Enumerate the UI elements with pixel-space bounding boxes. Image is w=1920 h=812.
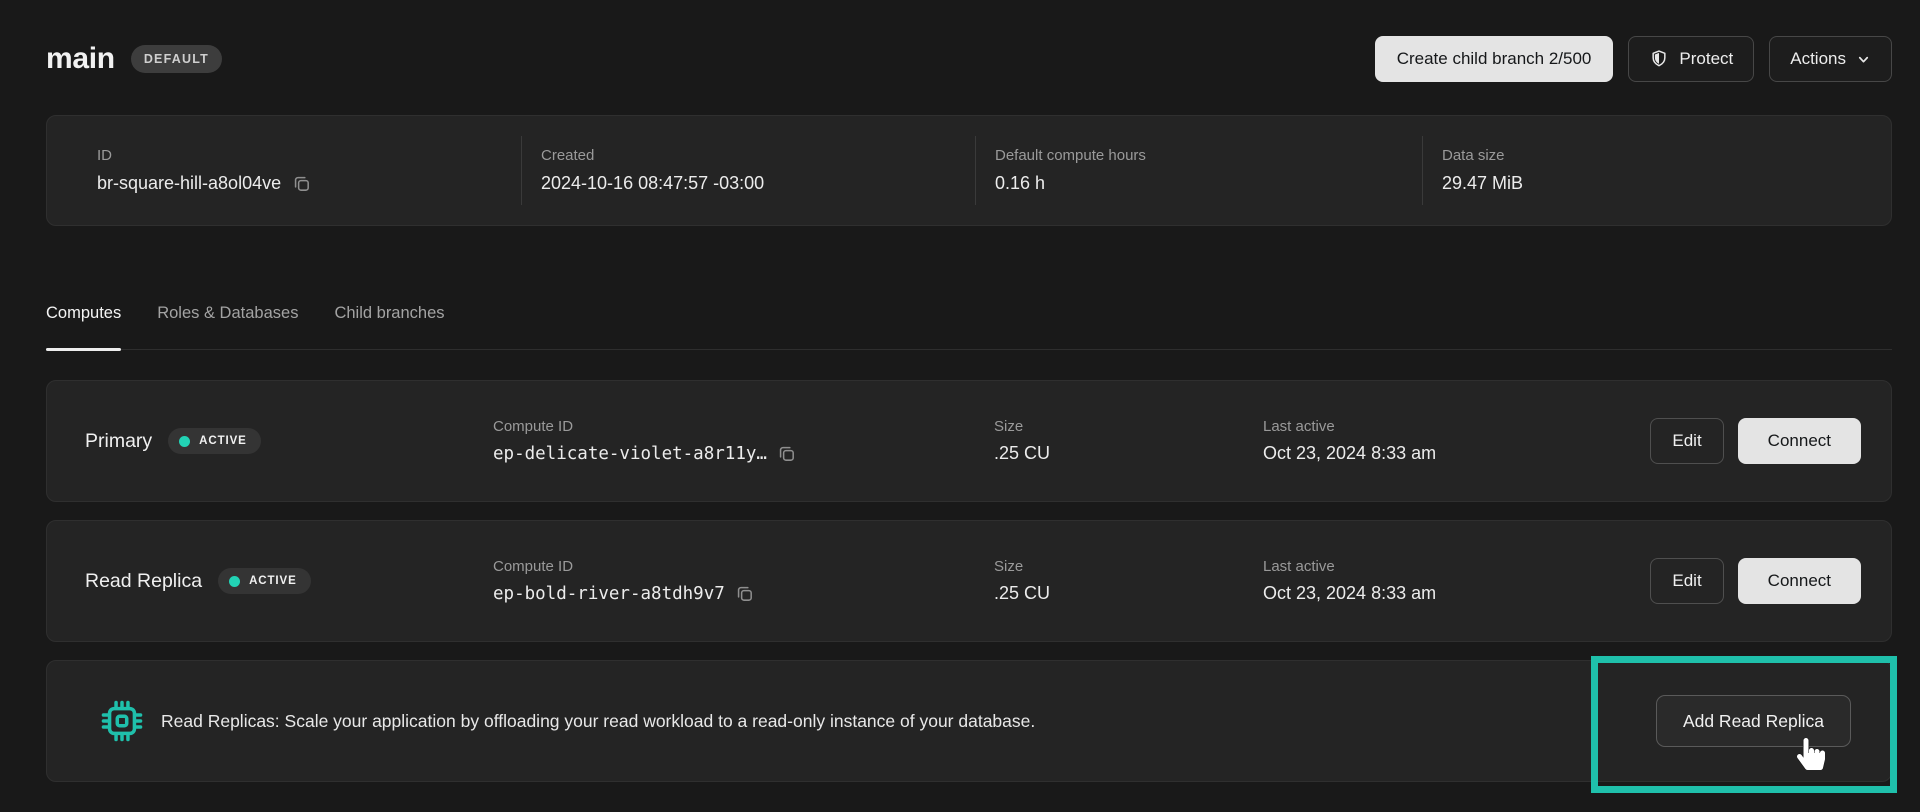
status-text: ACTIVE [199,435,247,447]
connect-button[interactable]: Connect [1738,418,1861,464]
chevron-down-icon [1856,52,1871,67]
shield-icon [1649,49,1669,69]
read-replica-banner: Read Replicas: Scale your application by… [46,660,1892,782]
last-active-value: Oct 23, 2024 8:33 am [1263,583,1650,604]
created-label: Created [541,147,975,164]
page-title: main [46,42,115,76]
size-value: .25 CU [994,443,1263,464]
branch-tabs: Computes Roles & Databases Child branche… [46,304,1892,350]
branch-info-card: ID br-square-hill-a8ol04ve Created 2024-… [46,115,1892,226]
last-active-label: Last active [1263,418,1650,435]
compute-hours-label: Default compute hours [995,147,1422,164]
compute-row-read-replica: Read Replica ACTIVE Compute ID ep-bold-r… [46,520,1892,642]
compute-id-label: Compute ID [493,558,994,575]
tab-child-branches[interactable]: Child branches [334,304,444,349]
created-value: 2024-10-16 08:47:57 -03:00 [541,173,975,194]
status-text: ACTIVE [249,575,297,587]
size-field: Size .25 CU [994,418,1263,464]
compute-name: Primary [85,430,152,453]
header-actions: Create child branch 2/500 Protect Action… [1375,36,1892,82]
hand-cursor-icon [1797,738,1825,770]
branch-title-group: main DEFAULT [46,42,222,76]
compute-hours-value: 0.16 h [995,173,1422,194]
actions-label: Actions [1790,49,1846,69]
compute-id-label: Compute ID [493,418,994,435]
page-header: main DEFAULT Create child branch 2/500 P… [46,34,1892,84]
compute-id-value: ep-delicate-violet-a8r11y… [493,444,767,464]
compute-hours-field: Default compute hours 0.16 h [975,147,1422,194]
protect-label: Protect [1679,49,1733,69]
compute-row-primary: Primary ACTIVE Compute ID ep-delicate-vi… [46,380,1892,502]
status-badge: ACTIVE [168,428,261,454]
compute-id-value: ep-bold-river-a8tdh9v7 [493,584,725,604]
data-size-field: Data size 29.47 MiB [1422,147,1891,194]
edit-button[interactable]: Edit [1650,558,1723,604]
copy-icon[interactable] [291,173,312,194]
default-badge: DEFAULT [131,45,222,73]
tab-computes[interactable]: Computes [46,304,121,349]
compute-id-field: Compute ID ep-delicate-violet-a8r11y… [493,418,994,464]
created-field: Created 2024-10-16 08:47:57 -03:00 [521,147,975,194]
active-dot-icon [229,576,240,587]
data-size-value: 29.47 MiB [1442,173,1891,194]
compute-name: Read Replica [85,570,202,593]
branch-page: main DEFAULT Create child branch 2/500 P… [0,0,1920,782]
create-child-branch-button[interactable]: Create child branch 2/500 [1375,36,1614,82]
active-dot-icon [179,436,190,447]
data-size-label: Data size [1442,147,1891,164]
size-field: Size .25 CU [994,558,1263,604]
tab-roles-databases[interactable]: Roles & Databases [157,304,298,349]
edit-button[interactable]: Edit [1650,418,1723,464]
copy-icon[interactable] [776,443,797,464]
last-active-field: Last active Oct 23, 2024 8:33 am [1263,558,1650,604]
read-replica-description: Read Replicas: Scale your application by… [161,711,1656,732]
size-label: Size [994,558,1263,575]
last-active-label: Last active [1263,558,1650,575]
branch-id-value: br-square-hill-a8ol04ve [97,173,281,194]
compute-id-field: Compute ID ep-bold-river-a8tdh9v7 [493,558,994,604]
last-active-field: Last active Oct 23, 2024 8:33 am [1263,418,1650,464]
cpu-chip-icon [101,700,143,742]
connect-button[interactable]: Connect [1738,558,1861,604]
branch-id-field: ID br-square-hill-a8ol04ve [47,147,521,194]
actions-dropdown-button[interactable]: Actions [1769,36,1892,82]
size-label: Size [994,418,1263,435]
last-active-value: Oct 23, 2024 8:33 am [1263,443,1650,464]
size-value: .25 CU [994,583,1263,604]
protect-button[interactable]: Protect [1628,36,1754,82]
branch-id-label: ID [97,147,521,164]
copy-icon[interactable] [734,583,755,604]
status-badge: ACTIVE [218,568,311,594]
